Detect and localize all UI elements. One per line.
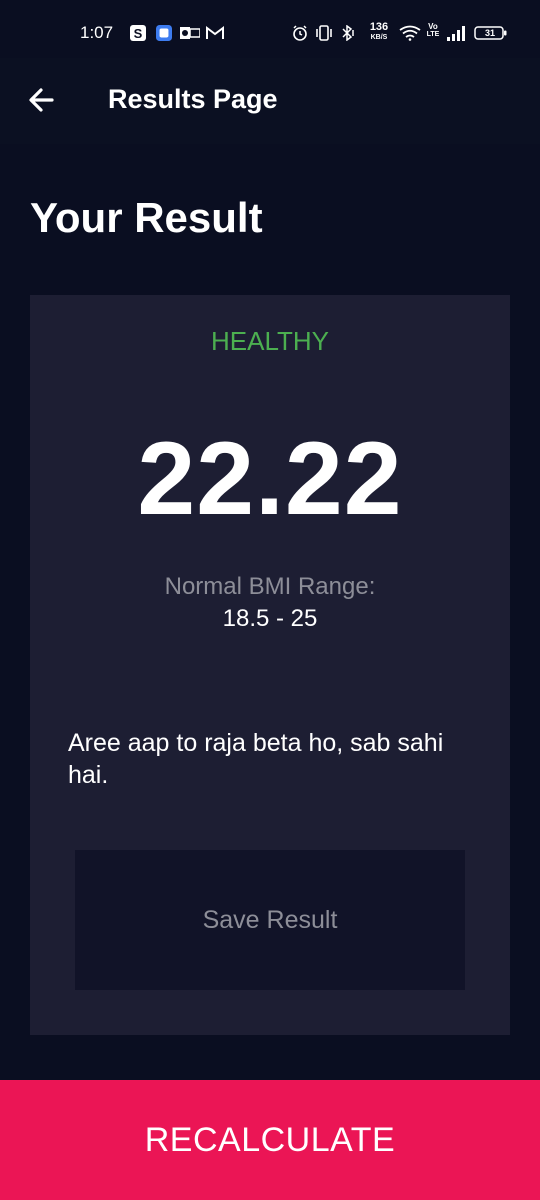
recalculate-button[interactable]: RECALCULATE — [0, 1080, 540, 1200]
network-speed: 136 KB/S — [366, 22, 392, 42]
recalculate-label: RECALCULATE — [144, 1120, 396, 1159]
normal-range-label: Normal BMI Range: — [164, 573, 376, 600]
app-title: Results Page — [108, 84, 278, 114]
volte-bottom: LTE — [426, 31, 440, 38]
volte-indicator: Vo LTE — [426, 22, 440, 39]
outlook-icon — [180, 27, 200, 39]
result-message: Aree aap to raja beta ho, sab sahi hai. — [68, 729, 444, 789]
bmi-status-label: HEALTHY — [211, 326, 329, 356]
status-time: 1:07 — [80, 23, 114, 42]
bmi-value: 22.22 — [137, 421, 403, 537]
wifi-icon — [399, 25, 421, 41]
blue-app-icon — [156, 25, 172, 41]
save-result-label: Save Result — [202, 905, 338, 934]
back-button[interactable] — [22, 80, 62, 120]
app-bar: Results Page — [0, 58, 540, 144]
normal-range-value: 18.5 - 25 — [222, 605, 318, 632]
save-result-button[interactable]: Save Result — [75, 850, 465, 990]
bluetooth-icon — [342, 25, 354, 41]
signal-icon — [447, 26, 465, 41]
s-app-icon: S — [130, 25, 146, 41]
result-card: HEALTHY 22.22 Normal BMI Range: 18.5 - 2… — [30, 295, 510, 1035]
svg-text:S: S — [134, 26, 143, 41]
battery-level: 31 — [484, 28, 495, 38]
network-speed-value: 136 — [369, 21, 389, 33]
network-speed-unit: KB/S — [370, 34, 388, 41]
vibrate-icon — [316, 25, 332, 41]
page-title: Your Result — [30, 194, 263, 241]
volte-top: Vo — [428, 22, 438, 31]
results-screen: 1:07 S 136 KB/S Vo LTE 31 Results Page Y… — [0, 0, 540, 1200]
alarm-icon — [293, 25, 307, 41]
gmail-icon — [206, 26, 224, 39]
arrow-left-icon — [29, 88, 54, 112]
status-bar: 1:07 S 136 KB/S Vo LTE 31 — [0, 0, 540, 58]
